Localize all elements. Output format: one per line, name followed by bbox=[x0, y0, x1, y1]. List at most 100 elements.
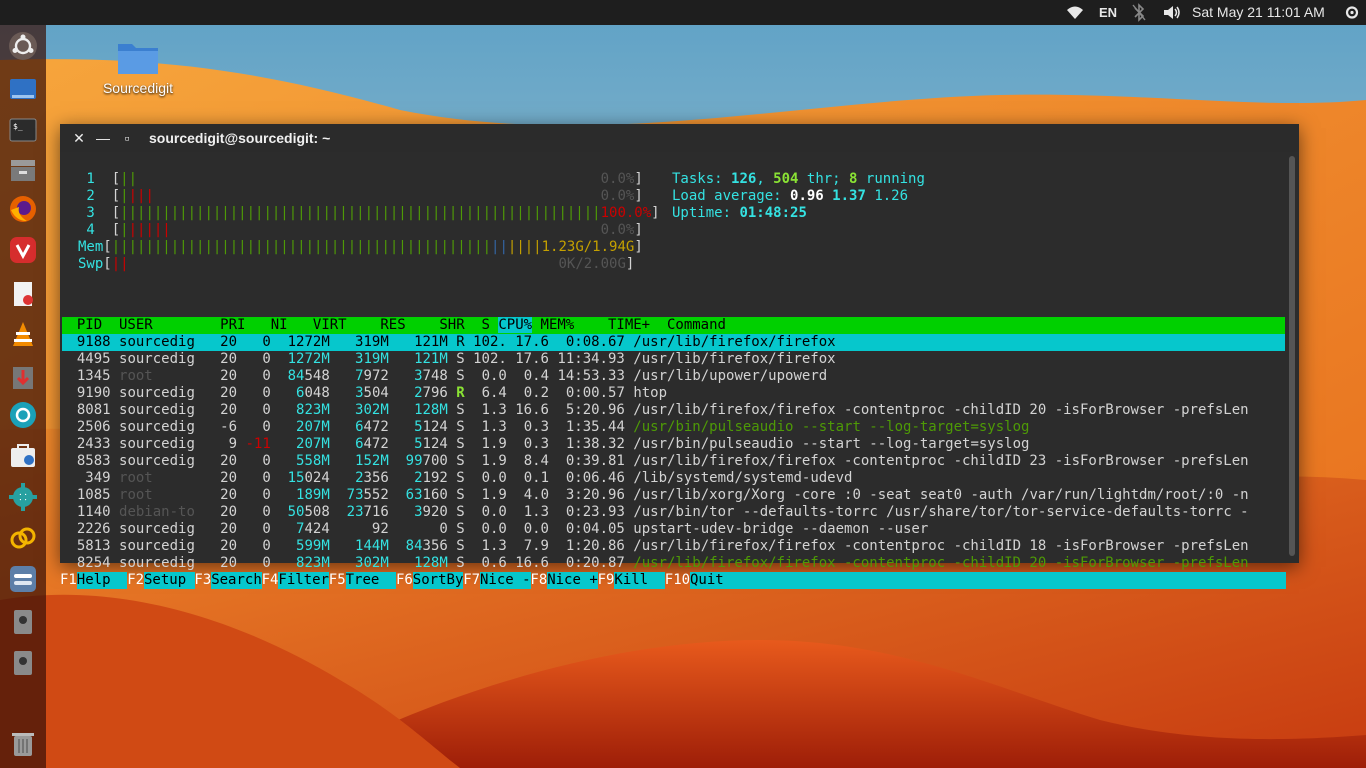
cell-res-low: 472 bbox=[363, 419, 389, 435]
ubuntu-logo-icon[interactable] bbox=[7, 30, 39, 62]
table-row[interactable]: 349 root 20 0 15024 2356 2192 S 0.0 0.1 … bbox=[60, 470, 852, 487]
col-time-header[interactable]: TIME+ bbox=[583, 317, 659, 333]
software-icon[interactable] bbox=[7, 439, 39, 471]
fkey-f1-label[interactable]: Help bbox=[76, 572, 128, 589]
link-app-icon[interactable] bbox=[7, 522, 39, 554]
fkey-f3[interactable]: F3 bbox=[194, 572, 211, 589]
keyboard-language-indicator[interactable]: EN bbox=[1099, 0, 1117, 25]
minimize-icon[interactable]: — bbox=[93, 128, 113, 148]
table-row[interactable]: 1345 root 20 0 84548 7972 3748 S 0.0 0.4… bbox=[60, 368, 827, 385]
terminal-window[interactable]: ✕ — ▫ sourcedigit@sourcedigit: ~ 1 [|| 0… bbox=[60, 124, 1299, 589]
table-row[interactable]: 8081 sourcedig 20 0 823M 302M 128M S 1.3… bbox=[60, 402, 1249, 419]
cell-pid: 2506 bbox=[60, 419, 120, 435]
bluetooth-off-icon[interactable] bbox=[1132, 0, 1146, 25]
fkey-f5[interactable]: F5 bbox=[329, 572, 346, 589]
cell-res-low: 716 bbox=[363, 504, 389, 520]
cell-pri: 20 bbox=[203, 504, 246, 520]
vlc-icon[interactable] bbox=[7, 319, 39, 351]
disk2-icon[interactable] bbox=[7, 647, 39, 679]
volume-icon[interactable] bbox=[1162, 0, 1182, 25]
cell-shr: 5 bbox=[414, 419, 423, 435]
col-state-header[interactable]: S bbox=[473, 317, 498, 333]
firefox-icon[interactable] bbox=[7, 193, 39, 225]
table-row[interactable]: 9190 sourcedig 20 0 6048 3504 2796 R 6.4… bbox=[60, 385, 667, 402]
table-row[interactable]: 2226 sourcedig 20 0 7424 92 0 S 0.0 0.0 … bbox=[60, 521, 928, 538]
table-row[interactable]: 8583 sourcedig 20 0 558M 152M 99700 S 1.… bbox=[60, 453, 1249, 470]
fkey-f7-label[interactable]: Nice - bbox=[480, 572, 531, 589]
cell-shr: 3 bbox=[414, 368, 423, 384]
col-pid-header[interactable]: PID bbox=[60, 317, 111, 333]
fkey-f1[interactable]: F1 bbox=[60, 572, 77, 589]
col-res-header[interactable]: RES bbox=[355, 317, 414, 333]
cell-ni: 0 bbox=[245, 470, 280, 486]
fkey-f8[interactable]: F8 bbox=[530, 572, 547, 589]
fkey-f10[interactable]: F10 bbox=[665, 572, 690, 589]
table-row[interactable]: 2433 sourcedig 9 -11 207M 6472 5124 S 1.… bbox=[60, 436, 1030, 453]
col-mem-header[interactable]: MEM% bbox=[532, 317, 583, 333]
col-command-header[interactable]: Command bbox=[659, 317, 726, 333]
table-row[interactable]: 2506 sourcedig -6 0 207M 6472 5124 S 1.3… bbox=[60, 419, 1030, 436]
col-ni-header[interactable]: NI bbox=[254, 317, 296, 333]
htop-screen[interactable]: 1 [|| 0.0%] 2 [|||| 0.0%] 3 [|||||||||||… bbox=[60, 152, 1286, 589]
cell-cpu: 0.6 bbox=[473, 555, 516, 571]
table-row[interactable]: 8254 sourcedig 20 0 823M 302M 128M S 0.6… bbox=[60, 555, 1249, 572]
terminal-scrollbar[interactable] bbox=[1289, 156, 1295, 556]
fkey-f4-label[interactable]: Filter bbox=[278, 572, 329, 589]
fkey-bar-fill bbox=[740, 572, 1286, 589]
desktop-folder-sourcedigit[interactable]: Sourcedigit bbox=[96, 38, 180, 96]
close-icon[interactable]: ✕ bbox=[69, 128, 89, 148]
settings-gear-icon[interactable] bbox=[7, 481, 39, 513]
table-row[interactable]: 4495 sourcedig 20 0 1272M 319M 121M S 10… bbox=[60, 351, 836, 368]
download-icon[interactable] bbox=[7, 361, 39, 393]
fkey-f2-label[interactable]: Setup bbox=[144, 572, 195, 589]
cell-cpu: 1.3 bbox=[473, 538, 516, 554]
archive-icon[interactable] bbox=[7, 154, 39, 186]
fkey-f6[interactable]: F6 bbox=[396, 572, 413, 589]
process-table-header[interactable]: PID USER PRI NI VIRT RES SHR S CPU% MEM%… bbox=[62, 317, 1285, 334]
cell-ni: 0 bbox=[245, 402, 280, 418]
trash-icon[interactable] bbox=[7, 728, 39, 760]
vivaldi-icon[interactable] bbox=[7, 234, 39, 266]
cell-virt: 823M bbox=[279, 555, 330, 571]
col-cpu-header[interactable]: CPU% bbox=[498, 317, 533, 333]
cell-res: 6 bbox=[355, 436, 364, 452]
table-row[interactable]: 1085 root 20 0 189M 73552 63160 S 1.9 4.… bbox=[60, 487, 1249, 504]
document-viewer-icon[interactable] bbox=[7, 278, 39, 310]
cell-user: sourcedig bbox=[119, 453, 204, 469]
fkey-f9-label[interactable]: Kill bbox=[614, 572, 665, 589]
fkey-f6-label[interactable]: SortBy bbox=[412, 572, 464, 589]
clock-datetime[interactable]: Sat May 21 11:01 AM bbox=[1192, 0, 1325, 25]
fkey-f3-label[interactable]: Search bbox=[211, 572, 262, 589]
camera-app-icon[interactable] bbox=[7, 399, 39, 431]
meter-bar: || bbox=[120, 171, 138, 187]
terminal-titlebar[interactable]: ✕ — ▫ sourcedigit@sourcedigit: ~ bbox=[60, 124, 1299, 152]
cell-mem: 1.3 bbox=[515, 504, 558, 520]
fkey-f2[interactable]: F2 bbox=[127, 572, 144, 589]
meter-bracket-open: [ bbox=[111, 205, 121, 221]
wifi-icon[interactable] bbox=[1066, 0, 1084, 25]
cell-user: sourcedig bbox=[119, 385, 204, 401]
terminal-icon[interactable]: $_ bbox=[7, 114, 39, 146]
fkey-f7[interactable]: F7 bbox=[463, 572, 480, 589]
power-gear-icon[interactable] bbox=[1344, 0, 1360, 25]
col-virt-header[interactable]: VIRT bbox=[296, 317, 355, 333]
toggle-app-icon[interactable] bbox=[7, 563, 39, 595]
cell-pri: 20 bbox=[203, 402, 246, 418]
table-row[interactable]: 9188 sourcedig 20 0 1272M 319M 121M R 10… bbox=[60, 334, 836, 351]
cell-state: S bbox=[456, 453, 474, 469]
cell-user: sourcedig bbox=[119, 419, 204, 435]
fkey-f5-label[interactable]: Tree bbox=[345, 572, 397, 589]
table-row[interactable]: 1140 debian-to 20 0 50508 23716 3920 S 0… bbox=[60, 504, 1249, 521]
files-manager-icon[interactable] bbox=[7, 73, 39, 105]
cell-virt: 1272M bbox=[279, 334, 330, 350]
fkey-f4[interactable]: F4 bbox=[262, 572, 279, 589]
table-row[interactable]: 5813 sourcedig 20 0 599M 144M 84356 S 1.… bbox=[60, 538, 1249, 555]
disk-icon[interactable] bbox=[7, 606, 39, 638]
col-user-header[interactable]: USER bbox=[111, 317, 204, 333]
col-pri-header[interactable]: PRI bbox=[203, 317, 254, 333]
fkey-f8-label[interactable]: Nice + bbox=[547, 572, 598, 589]
maximize-icon[interactable]: ▫ bbox=[117, 128, 137, 148]
fkey-f10-label[interactable]: Quit bbox=[690, 572, 741, 589]
fkey-f9[interactable]: F9 bbox=[598, 572, 615, 589]
col-shr-header[interactable]: SHR bbox=[414, 317, 473, 333]
